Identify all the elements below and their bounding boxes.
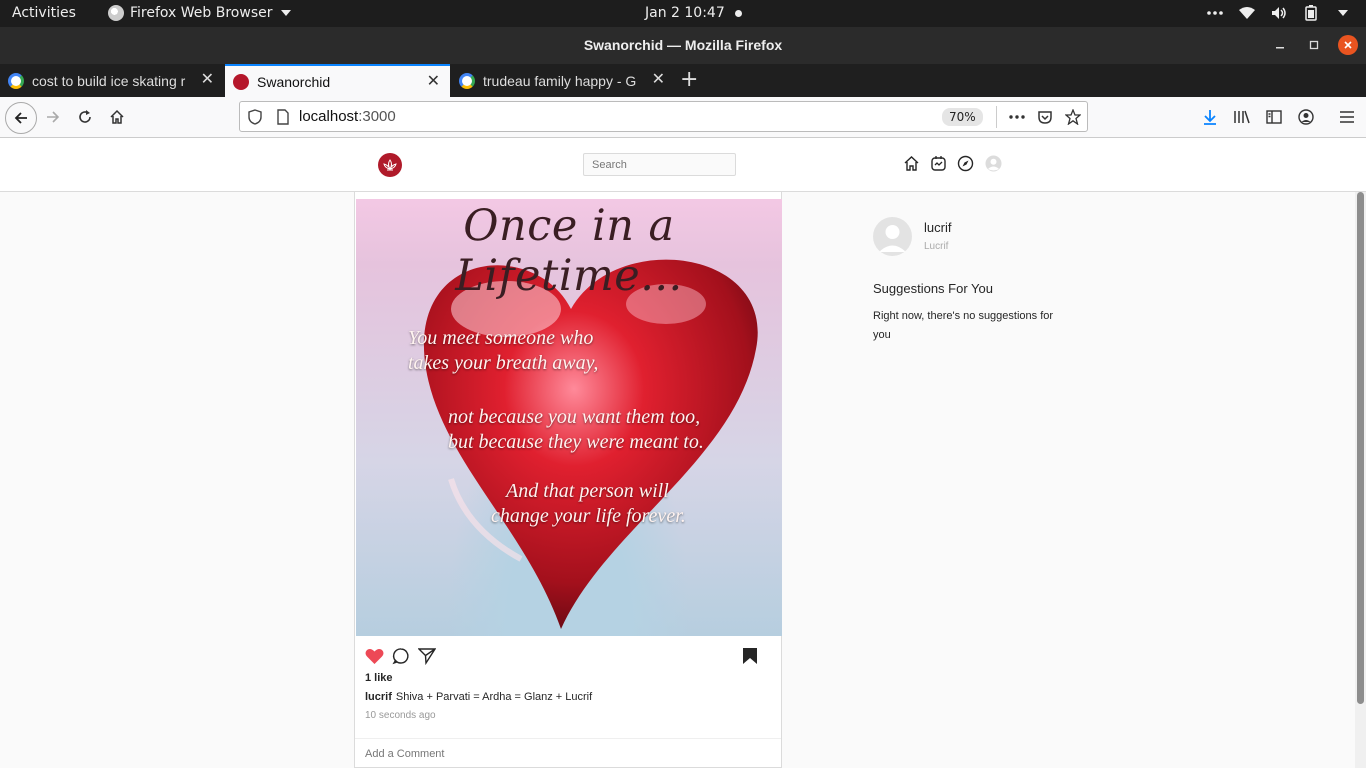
explore-compass-icon[interactable] — [956, 154, 974, 172]
add-comment-input[interactable] — [365, 748, 765, 760]
minimize-icon[interactable] — [1270, 35, 1290, 55]
tab-ice-skating[interactable]: cost to build ice skating r ✕ — [0, 64, 224, 97]
close-window-icon[interactable] — [1338, 35, 1358, 55]
image-text-line: takes your breath away, — [408, 352, 599, 374]
close-tab-icon[interactable]: ✕ — [201, 72, 214, 88]
like-count: 1 like — [365, 672, 393, 684]
notification-dot-icon — [735, 10, 742, 17]
url-host: localhost — [299, 108, 359, 125]
page-info-icon[interactable] — [273, 107, 293, 127]
home-icon[interactable] — [902, 154, 920, 172]
window-title: Swanorchid — Mozilla Firefox — [583, 37, 783, 53]
pocket-icon[interactable] — [1035, 107, 1055, 127]
bookmark-star-icon[interactable] — [1063, 107, 1083, 127]
comment-area — [355, 738, 781, 768]
sidebar-avatar[interactable] — [873, 217, 912, 256]
save-bookmark-icon[interactable] — [740, 646, 760, 666]
reload-icon[interactable] — [72, 104, 98, 130]
power-menu-icon[interactable] — [1334, 4, 1352, 22]
back-icon[interactable] — [5, 102, 37, 134]
app-menu[interactable]: Firefox Web Browser — [108, 5, 291, 21]
swanorchid-icon — [233, 73, 249, 90]
close-tab-icon[interactable]: ✕ — [427, 74, 440, 90]
app-menu-label: Firefox Web Browser — [130, 5, 273, 21]
downloads-icon[interactable] — [1197, 104, 1223, 130]
google-icon — [459, 72, 475, 89]
tab-trudeau-family[interactable]: trudeau family happy - G ✕ — [451, 64, 675, 97]
new-tab-icon[interactable]: + — [680, 68, 698, 92]
caption-text: Shiva + Parvati = Ardha = Glanz + Lucrif — [395, 691, 593, 703]
window-title-bar: Swanorchid — Mozilla Firefox — [0, 27, 1366, 64]
volume-icon[interactable] — [1270, 4, 1288, 22]
home-icon[interactable] — [104, 104, 130, 130]
zoom-level-button[interactable]: 70% — [942, 108, 983, 126]
caption-username[interactable]: lucrif — [365, 691, 392, 703]
comment-icon[interactable] — [391, 646, 411, 666]
google-icon — [8, 72, 24, 89]
search-input[interactable] — [583, 153, 736, 176]
tab-swanorchid[interactable]: Swanorchid ✕ — [225, 64, 450, 97]
hamburger-menu-icon[interactable] — [1334, 104, 1360, 130]
tab-title: Swanorchid — [257, 73, 331, 90]
url-text[interactable]: localhost:3000 — [299, 108, 396, 125]
system-top-bar: Activities Firefox Web Browser Jan 2 10:… — [0, 0, 1366, 27]
sidebar-username[interactable]: lucrif — [924, 220, 951, 235]
image-text-line: not because you want them too, — [448, 406, 701, 428]
post-timestamp: 10 seconds ago — [365, 710, 436, 721]
post-card: Once in a Lifetime... You meet someone w… — [354, 192, 782, 768]
share-send-icon[interactable] — [417, 646, 437, 666]
page-scrollbar-thumb[interactable] — [1357, 192, 1364, 704]
activities-button[interactable]: Activities — [12, 5, 76, 21]
close-tab-icon[interactable]: ✕ — [652, 72, 665, 88]
suggestions-title: Suggestions For You — [873, 281, 993, 296]
url-bar-separator — [996, 106, 997, 128]
image-heading: Once in a Lifetime... — [455, 201, 683, 301]
url-bar[interactable]: localhost:3000 70% — [239, 101, 1088, 132]
sidebar-fullname: Lucrif — [924, 241, 949, 252]
sidebar-toggle-icon[interactable] — [1261, 104, 1287, 130]
chevron-down-icon — [280, 10, 291, 16]
account-icon[interactable] — [1293, 104, 1319, 130]
tab-title: trudeau family happy - G — [483, 72, 637, 89]
activity-icon[interactable] — [929, 154, 947, 172]
wifi-icon[interactable] — [1238, 4, 1256, 22]
clock[interactable]: Jan 2 10:47 — [645, 5, 725, 21]
app-header — [0, 138, 1366, 192]
firefox-icon — [108, 5, 124, 21]
profile-avatar-icon[interactable] — [984, 154, 1002, 172]
image-text-line: but because they were meant to. — [448, 431, 704, 453]
post-caption: lucrif Shiva + Parvati = Ardha = Glanz + … — [365, 691, 592, 703]
battery-icon[interactable] — [1302, 4, 1320, 22]
tab-strip: cost to build ice skating r ✕ Swanorchid… — [0, 64, 1366, 97]
tracking-protection-shield-icon[interactable] — [245, 107, 265, 127]
forward-icon[interactable] — [40, 104, 66, 130]
url-port: :3000 — [358, 108, 396, 125]
tab-title: cost to build ice skating r — [32, 72, 186, 89]
maximize-icon[interactable] — [1304, 35, 1324, 55]
suggestions-empty-text: Right now, there's no suggestions for yo… — [873, 310, 1054, 341]
post-image[interactable]: Once in a Lifetime... You meet someone w… — [356, 199, 782, 636]
page-actions-icon[interactable] — [1007, 107, 1027, 127]
library-icon[interactable] — [1229, 104, 1255, 130]
image-text-line: You meet someone who — [408, 327, 594, 349]
image-text-line: And that person will — [506, 480, 669, 502]
image-text-line: change your life forever. — [491, 505, 686, 527]
system-tray[interactable] — [1206, 4, 1352, 22]
navigation-toolbar: localhost:3000 70% — [0, 97, 1366, 138]
like-heart-icon[interactable] — [364, 646, 384, 666]
more-icon[interactable] — [1206, 4, 1224, 22]
swanorchid-logo-icon[interactable] — [378, 153, 402, 177]
